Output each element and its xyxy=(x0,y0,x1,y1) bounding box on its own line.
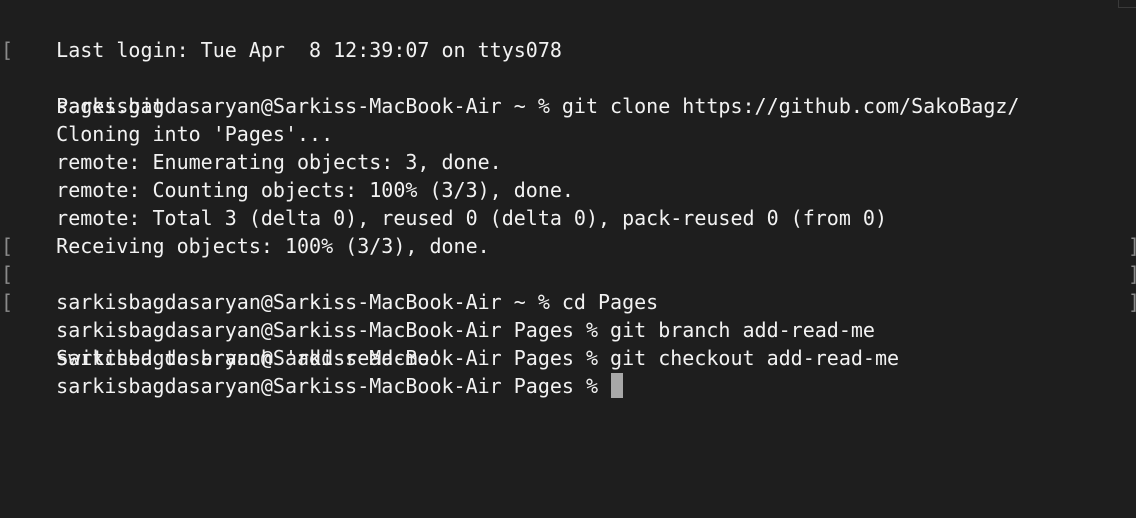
prompt-text: sarkisbagdasaryan@Sarkiss-MacBook-Air Pa… xyxy=(56,374,611,398)
terminal-line-git-checkout-command: [ sarkisbagdasaryan@Sarkiss-MacBook-Air … xyxy=(1,288,1136,370)
terminal-line-total: remote: Total 3 (delta 0), reused 0 (del… xyxy=(8,176,1136,230)
line-mark-left: [ xyxy=(1,262,14,286)
terminal-window[interactable]: Last login: Tue Apr 8 12:39:07 on ttys07… xyxy=(0,0,1136,518)
text-cursor[interactable] xyxy=(611,373,624,398)
line-mark-right: ] xyxy=(1128,288,1136,316)
terminal-line-receiving: Receiving objects: 100% (3/3), done. xyxy=(8,204,1136,258)
scroll-indicator xyxy=(1118,0,1136,8)
terminal-line-git-branch-command: [ sarkisbagdasaryan@Sarkiss-MacBook-Air … xyxy=(1,260,1136,342)
line-mark-right: ] xyxy=(1128,232,1136,260)
terminal-line-counting: remote: Counting objects: 100% (3/3), do… xyxy=(8,148,1136,202)
terminal-line-switched-branch: Switched to branch 'add-read-me' xyxy=(8,316,1136,370)
terminal-line-enumerating: remote: Enumerating objects: 3, done. xyxy=(8,120,1136,174)
terminal-line-cd-command: [ sarkisbagdasaryan@Sarkiss-MacBook-Air … xyxy=(1,232,1136,314)
terminal-line-last-login: Last login: Tue Apr 8 12:39:07 on ttys07… xyxy=(8,8,1136,62)
terminal-line-cloning: Cloning into 'Pages'... xyxy=(8,92,1136,146)
terminal-prompt-line[interactable]: sarkisbagdasaryan@Sarkiss-MacBook-Air Pa… xyxy=(8,344,1136,398)
line-mark-left: [ xyxy=(1,290,14,314)
line-mark-left: [ xyxy=(1,38,14,62)
line-mark-left: [ xyxy=(1,234,14,258)
terminal-line-git-clone-continuation: Pages.git xyxy=(8,64,1136,118)
terminal-line-git-clone-command: [ sarkisbagdasaryan@Sarkiss-MacBook-Air … xyxy=(1,36,1136,118)
line-mark-right: ] xyxy=(1128,260,1136,288)
